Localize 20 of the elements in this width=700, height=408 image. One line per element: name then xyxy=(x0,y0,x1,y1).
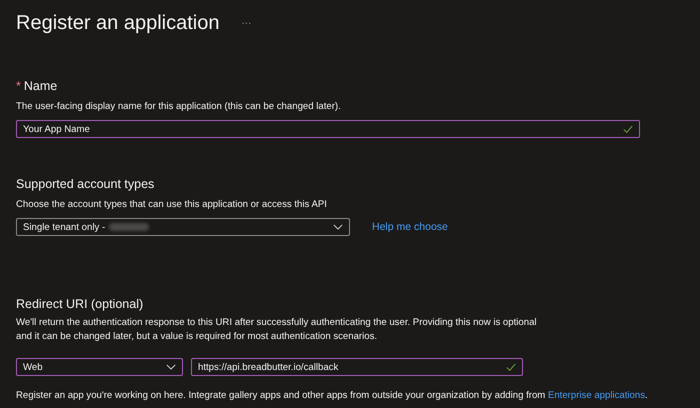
field-description: Choose the account types that can use this application or access this API xyxy=(16,198,328,212)
help-link[interactable]: Help me choose xyxy=(372,221,448,233)
field-label: Name xyxy=(24,79,58,93)
account-type-dropdown[interactable]: Single tenant only - xyxy=(16,218,350,236)
redirect-uri-input-field[interactable]: https://api.breadbutter.io/callback xyxy=(191,358,523,376)
name-input-field[interactable]: Your App Name xyxy=(16,120,640,138)
section-heading: Supported account types xyxy=(16,177,156,191)
section-heading: Redirect URI (optional) xyxy=(16,297,144,311)
footer-text: Register an app you're working on here. Integrate gallery apps and other apps from outside your organization by adding from Enterprise applications. xyxy=(16,389,649,403)
chevron-down-icon xyxy=(166,362,176,372)
checkmark-icon xyxy=(506,362,516,372)
more-options-button[interactable]: ··· xyxy=(241,18,252,28)
enterprise-applications-link[interactable]: Enterprise applications xyxy=(548,390,645,401)
required-asterisk: * xyxy=(16,79,21,93)
field-description: The user-facing display name for this application (this can be changed later). xyxy=(16,100,342,114)
platform-dropdown[interactable]: Web xyxy=(16,358,183,376)
section-description: We'll return the authentication response to this URI after successfully authenticating the user. Providing this now is optional and it can be changed later, but a value is required for most authentication scenarios. xyxy=(16,316,538,344)
checkmark-icon xyxy=(623,124,633,134)
chevron-down-icon xyxy=(333,222,343,232)
page-title: Register an application xyxy=(16,12,220,34)
